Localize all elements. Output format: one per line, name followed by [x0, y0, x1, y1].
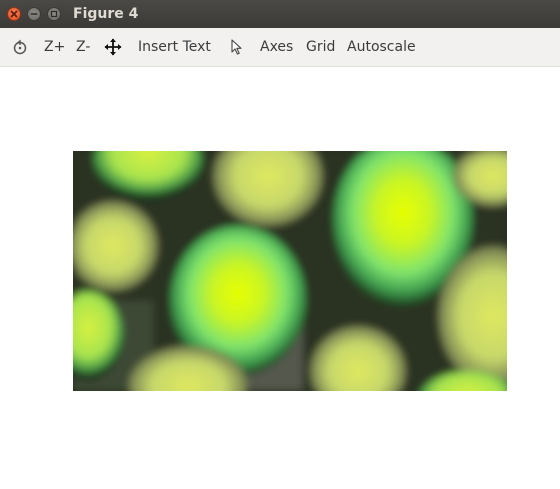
axes-button[interactable]: Axes [260, 36, 293, 58]
figure-canvas[interactable] [0, 67, 560, 489]
cell-image [73, 151, 507, 391]
move-arrows-icon[interactable] [104, 38, 122, 56]
toolbar: Z+ Z- Insert Text Axes Grid Autoscale [0, 28, 560, 67]
autoscale-button[interactable]: Autoscale [347, 36, 416, 58]
minimize-icon [30, 13, 38, 15]
zoom-in-button[interactable]: Z+ [44, 36, 65, 58]
image-display[interactable] [73, 151, 507, 391]
grid-button[interactable]: Grid [306, 36, 335, 58]
zoom-out-button[interactable]: Z- [76, 36, 90, 58]
cursor-pointer-icon[interactable] [228, 38, 246, 56]
title-bar: Figure 4 [0, 0, 560, 28]
insert-text-button[interactable]: Insert Text [138, 36, 211, 58]
close-button[interactable] [7, 7, 21, 21]
reset-view-icon[interactable] [11, 38, 29, 56]
figure-window: Figure 4 Z+ Z- Insert Text Axes Grid Aut… [0, 0, 560, 489]
window-title: Figure 4 [73, 6, 139, 22]
close-icon [10, 10, 18, 18]
maximize-button[interactable] [47, 7, 61, 21]
maximize-icon [50, 10, 58, 18]
minimize-button[interactable] [27, 7, 41, 21]
